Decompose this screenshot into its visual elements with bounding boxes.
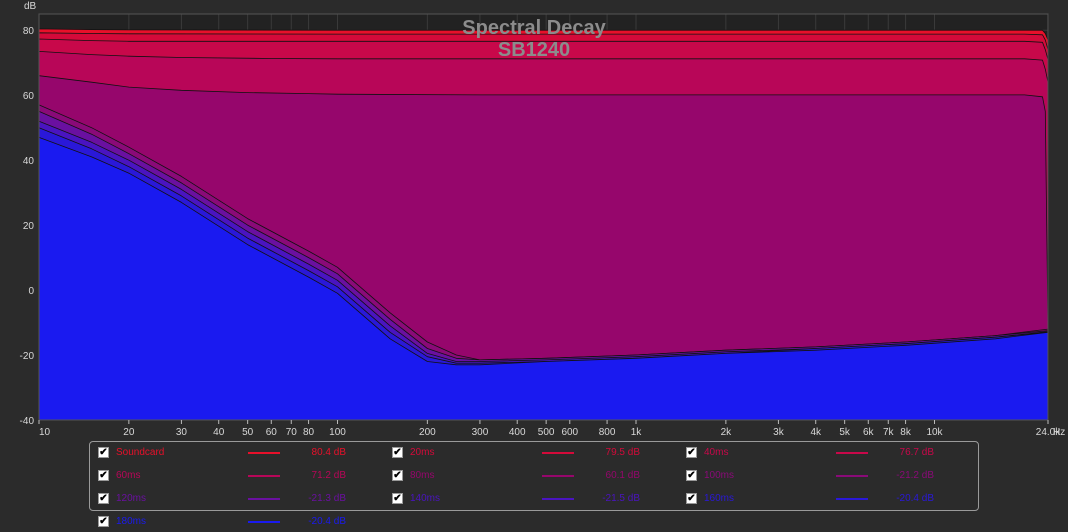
x-tick-label: 5k bbox=[839, 427, 851, 438]
legend-series-name: 160ms bbox=[704, 493, 735, 504]
x-tick-label: 7k bbox=[883, 427, 895, 438]
legend-checkbox[interactable]: ✔ bbox=[98, 516, 109, 527]
x-tick-label: 40 bbox=[213, 427, 225, 438]
x-tick-label: 10 bbox=[39, 427, 51, 438]
x-axis-ticks: 10 20 30 40 50 60 70 80 100 200 300 400 500 600 800 1k 2… bbox=[38, 420, 1061, 438]
legend-series-name: 40ms bbox=[704, 447, 729, 458]
x-tick-label: 100 bbox=[329, 427, 346, 438]
x-tick-label: 80 bbox=[303, 427, 315, 438]
legend-checkbox[interactable]: ✔ bbox=[392, 447, 403, 458]
legend-checkbox[interactable]: ✔ bbox=[686, 493, 697, 504]
x-tick-label: 2k bbox=[721, 427, 733, 438]
legend-swatch bbox=[542, 498, 574, 500]
legend-checkbox[interactable]: ✔ bbox=[392, 470, 403, 481]
legend-swatch bbox=[836, 452, 868, 454]
legend-series-name: Soundcard bbox=[116, 447, 165, 458]
x-tick-label: 3k bbox=[773, 427, 785, 438]
legend-series-name: 60ms bbox=[116, 470, 141, 481]
legend-value: -21.2 dB bbox=[896, 470, 934, 481]
legend-value: 79.5 dB bbox=[605, 447, 640, 458]
y-tick-label: -20 bbox=[20, 351, 35, 362]
legend-series-name: 180ms bbox=[116, 516, 147, 527]
x-tick-label: 50 bbox=[242, 427, 254, 438]
legend-checkbox[interactable]: ✔ bbox=[98, 493, 109, 504]
legend-checkbox[interactable]: ✔ bbox=[686, 447, 697, 458]
x-axis-unit: Hz bbox=[1053, 427, 1065, 438]
legend-series-name: 140ms bbox=[410, 493, 441, 504]
chart-title: Spectral Decay bbox=[462, 17, 606, 39]
x-tick-label: 400 bbox=[509, 427, 526, 438]
legend-value: 71.2 dB bbox=[311, 470, 346, 481]
legend: ✔ Soundcard 80.4 dB ✔ 20ms 79.5 dB ✔ 40ms 76.7 d… bbox=[89, 441, 979, 527]
y-tick-label: 40 bbox=[23, 156, 35, 167]
x-tick-label: 300 bbox=[472, 427, 489, 438]
y-tick-label: 20 bbox=[23, 221, 35, 232]
legend-swatch bbox=[248, 498, 280, 500]
x-tick-label: 200 bbox=[419, 427, 436, 438]
legend-series-name: 20ms bbox=[410, 447, 435, 458]
x-tick-label: 30 bbox=[176, 427, 188, 438]
legend-swatch bbox=[248, 452, 280, 454]
legend-swatch bbox=[836, 498, 868, 500]
legend-checkbox[interactable]: ✔ bbox=[98, 447, 109, 458]
y-tick-label: 60 bbox=[23, 91, 35, 102]
decay-areas bbox=[38, 13, 1049, 421]
x-tick-label: 60 bbox=[266, 427, 278, 438]
x-tick-label: 70 bbox=[286, 427, 298, 438]
x-tick-label: 600 bbox=[561, 427, 578, 438]
legend-swatch bbox=[248, 521, 280, 523]
spectral-decay-chart: 806040200-20-40 10 20 30 40 50 60 70 80 100 200 30… bbox=[20, 1, 1066, 438]
legend-value: -20.4 dB bbox=[308, 516, 346, 527]
legend-checkbox[interactable]: ✔ bbox=[686, 470, 697, 481]
legend-series-name: 80ms bbox=[410, 470, 435, 481]
legend-swatch bbox=[836, 475, 868, 477]
y-tick-label: -40 bbox=[20, 416, 35, 427]
x-tick-label: 800 bbox=[599, 427, 616, 438]
legend-series-name: 100ms bbox=[704, 470, 735, 481]
x-tick-label: 20 bbox=[123, 427, 135, 438]
legend-value: 76.7 dB bbox=[899, 447, 934, 458]
x-tick-label: 4k bbox=[810, 427, 822, 438]
legend-checkbox[interactable]: ✔ bbox=[392, 493, 403, 504]
legend-swatch bbox=[542, 475, 574, 477]
y-axis-label: dB bbox=[24, 1, 37, 12]
y-tick-label: 0 bbox=[28, 286, 34, 297]
legend-value: 80.4 dB bbox=[311, 447, 346, 458]
x-tick-label: 8k bbox=[900, 427, 912, 438]
legend-checkbox[interactable]: ✔ bbox=[98, 470, 109, 481]
legend-value: -20.4 dB bbox=[896, 493, 934, 504]
legend-value: -21.3 dB bbox=[308, 493, 346, 504]
x-tick-label: 10k bbox=[926, 427, 943, 438]
x-tick-label: 6k bbox=[863, 427, 875, 438]
y-axis-ticks: 80 60 40 20 0 -20 -40 bbox=[20, 26, 35, 427]
y-tick-label: 80 bbox=[23, 26, 35, 37]
x-tick-label: 500 bbox=[538, 427, 555, 438]
legend-value: -21.5 dB bbox=[602, 493, 640, 504]
legend-swatch bbox=[542, 452, 574, 454]
legend-value: 60.1 dB bbox=[605, 470, 640, 481]
x-tick-label: 1k bbox=[631, 427, 643, 438]
chart-subtitle: SB1240 bbox=[498, 39, 570, 61]
legend-series-name: 120ms bbox=[116, 493, 147, 504]
legend-swatch bbox=[248, 475, 280, 477]
